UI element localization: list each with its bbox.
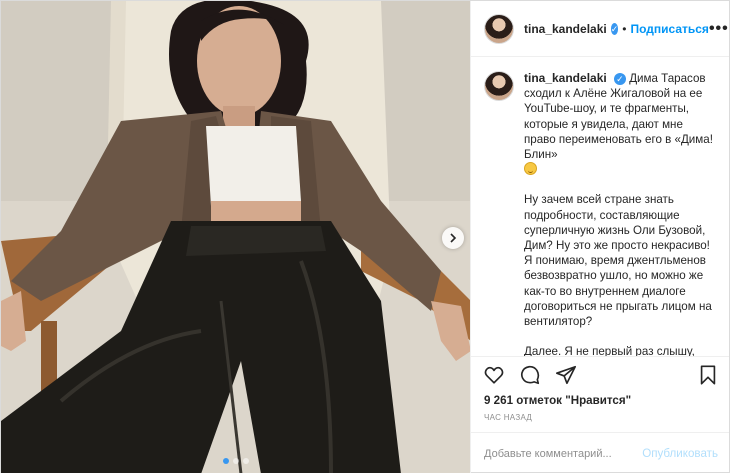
likes-suffix: "Нравится" <box>565 394 632 407</box>
likes-count[interactable]: 9 261 отметок "Нравится" <box>471 392 729 407</box>
heart-icon[interactable] <box>483 364 505 386</box>
avatar[interactable] <box>484 13 514 44</box>
likes-number: 9 261 отметок <box>484 394 562 407</box>
caption-text: Дима Тарасов сходил к Алёне Жигаловой на… <box>524 72 713 162</box>
chevron-right-icon <box>450 233 457 243</box>
smile-emoji-icon <box>524 162 537 176</box>
post-photo[interactable] <box>1 1 470 473</box>
comment-input[interactable] <box>484 447 637 460</box>
bookmark-icon[interactable] <box>697 364 719 386</box>
caption-paragraph: Далее. Я не первый раз слышу, что вот, Т… <box>524 345 695 356</box>
verified-icon: ✓ <box>613 73 626 85</box>
next-photo-button[interactable] <box>442 227 464 249</box>
post-header: tina_kandelaki ✓ • Подписаться ••• <box>471 1 729 57</box>
comments-area[interactable]: tina_kandelaki ✓ Дима Тарасов сходил к А… <box>471 57 729 356</box>
more-options-button[interactable]: ••• <box>709 20 729 38</box>
action-bar <box>471 356 729 392</box>
carousel-dot <box>222 458 229 464</box>
carousel-indicator <box>1 458 470 464</box>
username-link[interactable]: tina_kandelaki <box>524 22 607 36</box>
post-timestamp[interactable]: час назад <box>471 407 729 432</box>
carousel-dot <box>232 458 239 464</box>
caption-paragraph: tina_kandelaki ✓ Дима Тарасов сходил к А… <box>524 71 715 177</box>
avatar[interactable] <box>484 71 514 101</box>
separator-dot: • <box>622 21 627 36</box>
caption-paragraph: Ну зачем всей стране знать подробности, … <box>524 193 712 329</box>
instagram-post: tina_kandelaki ✓ • Подписаться ••• tina_… <box>0 0 730 473</box>
add-comment-bar: Опубликовать <box>471 432 729 473</box>
share-icon[interactable] <box>555 364 577 386</box>
caption: tina_kandelaki ✓ Дима Тарасов сходил к А… <box>524 71 715 356</box>
follow-button[interactable]: Подписаться <box>630 22 708 36</box>
post-sidebar: tina_kandelaki ✓ • Подписаться ••• tina_… <box>470 1 729 473</box>
verified-icon: ✓ <box>610 22 619 35</box>
publish-button[interactable]: Опубликовать <box>642 447 718 460</box>
carousel-dot <box>242 458 249 464</box>
caption-username-link[interactable]: tina_kandelaki <box>524 71 607 85</box>
post-photo-image <box>1 1 470 473</box>
comment-icon[interactable] <box>519 364 541 386</box>
